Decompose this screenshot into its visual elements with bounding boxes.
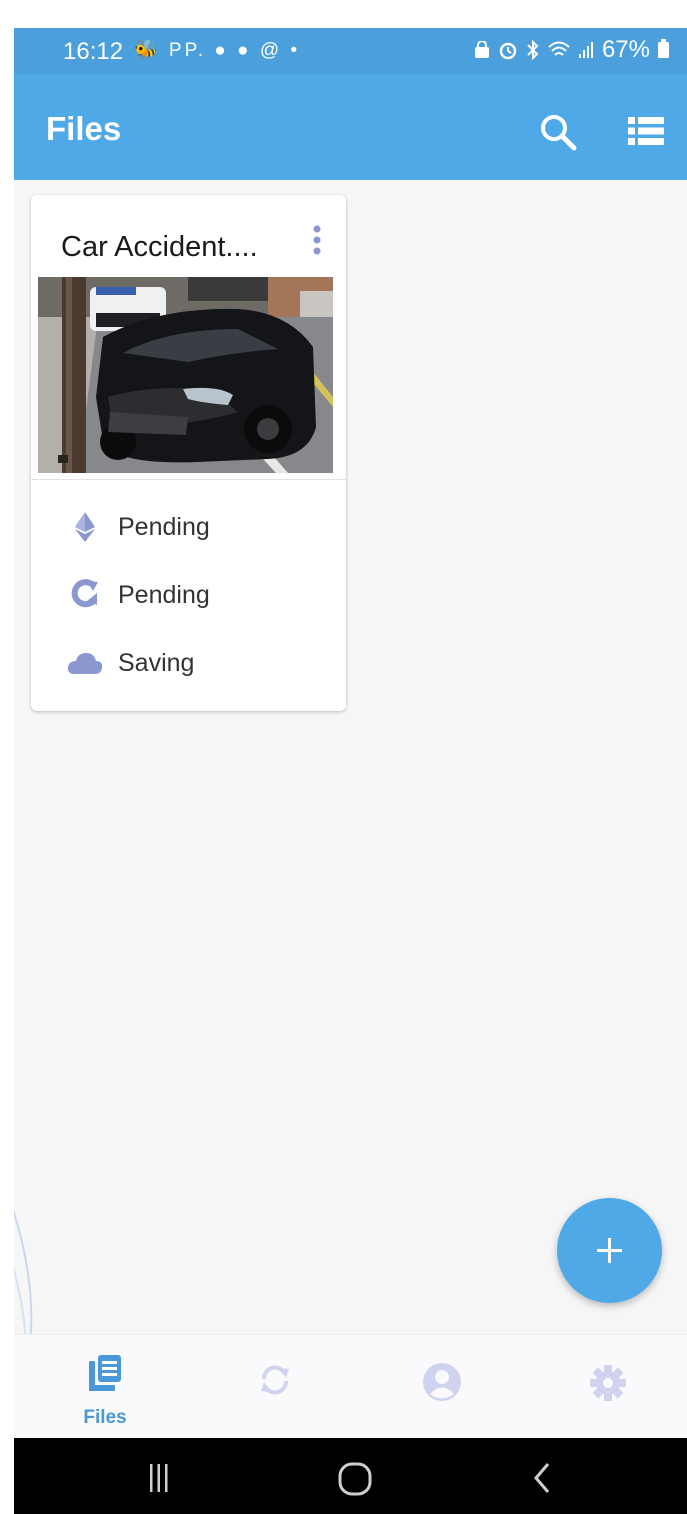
card-divider xyxy=(31,479,346,480)
blockchain-status-label: Pending xyxy=(118,512,210,541)
file-card[interactable]: Car Accident.... Pending Pending Saving xyxy=(31,195,346,711)
cloud-status-label: Saving xyxy=(118,648,195,677)
bottom-navigation: Files xyxy=(14,1334,687,1439)
system-status-icons: 67% xyxy=(474,36,669,64)
battery-percent: 67% xyxy=(601,36,650,63)
user-icon xyxy=(423,1363,461,1401)
nav-tab-files-label: Files xyxy=(83,1407,127,1428)
file-title: Car Accident.... xyxy=(61,231,258,263)
bluetooth-icon xyxy=(527,40,539,60)
app-bar: Files xyxy=(14,74,687,180)
sync-status-row: Pending xyxy=(67,577,210,613)
status-bar: 16:12 🐝 PP. ● ● @ • 67% xyxy=(14,28,687,74)
notification-icons: 🐝 PP. ● ● @ • xyxy=(134,40,301,61)
sync-status-label: Pending xyxy=(118,580,210,609)
nav-tab-settings[interactable] xyxy=(525,1335,687,1439)
nav-tab-profile[interactable] xyxy=(357,1335,525,1439)
signal-icon xyxy=(578,42,593,58)
page-title: Files xyxy=(46,110,122,147)
more-options-icon[interactable] xyxy=(307,221,327,261)
sync-icon xyxy=(261,1365,289,1395)
back-icon[interactable] xyxy=(532,1462,552,1494)
cloud-status-row: Saving xyxy=(67,645,194,681)
gear-icon xyxy=(590,1365,626,1401)
ethereum-icon xyxy=(67,511,103,543)
plus-icon xyxy=(597,1238,622,1263)
status-time: 16:12 xyxy=(63,38,124,65)
list-view-icon[interactable] xyxy=(628,116,664,146)
lock-icon xyxy=(474,41,489,58)
nav-tab-sync[interactable] xyxy=(189,1335,357,1439)
alarm-icon xyxy=(499,42,517,60)
recent-apps-icon[interactable] xyxy=(150,1464,168,1492)
blockchain-status-row: Pending xyxy=(67,509,210,545)
nav-tab-files[interactable]: Files xyxy=(21,1335,189,1439)
files-icon xyxy=(89,1355,121,1391)
file-thumbnail[interactable] xyxy=(38,277,333,473)
sync-icon xyxy=(67,579,103,611)
cloud-icon xyxy=(67,647,103,679)
search-icon[interactable] xyxy=(538,112,578,152)
home-icon[interactable] xyxy=(338,1462,372,1496)
battery-icon xyxy=(658,39,669,58)
add-file-button[interactable] xyxy=(557,1198,662,1303)
wifi-icon xyxy=(548,41,570,56)
app-screen: 16:12 🐝 PP. ● ● @ • 67% Files Car Accide… xyxy=(14,28,687,1514)
system-navigation-bar xyxy=(14,1438,687,1514)
